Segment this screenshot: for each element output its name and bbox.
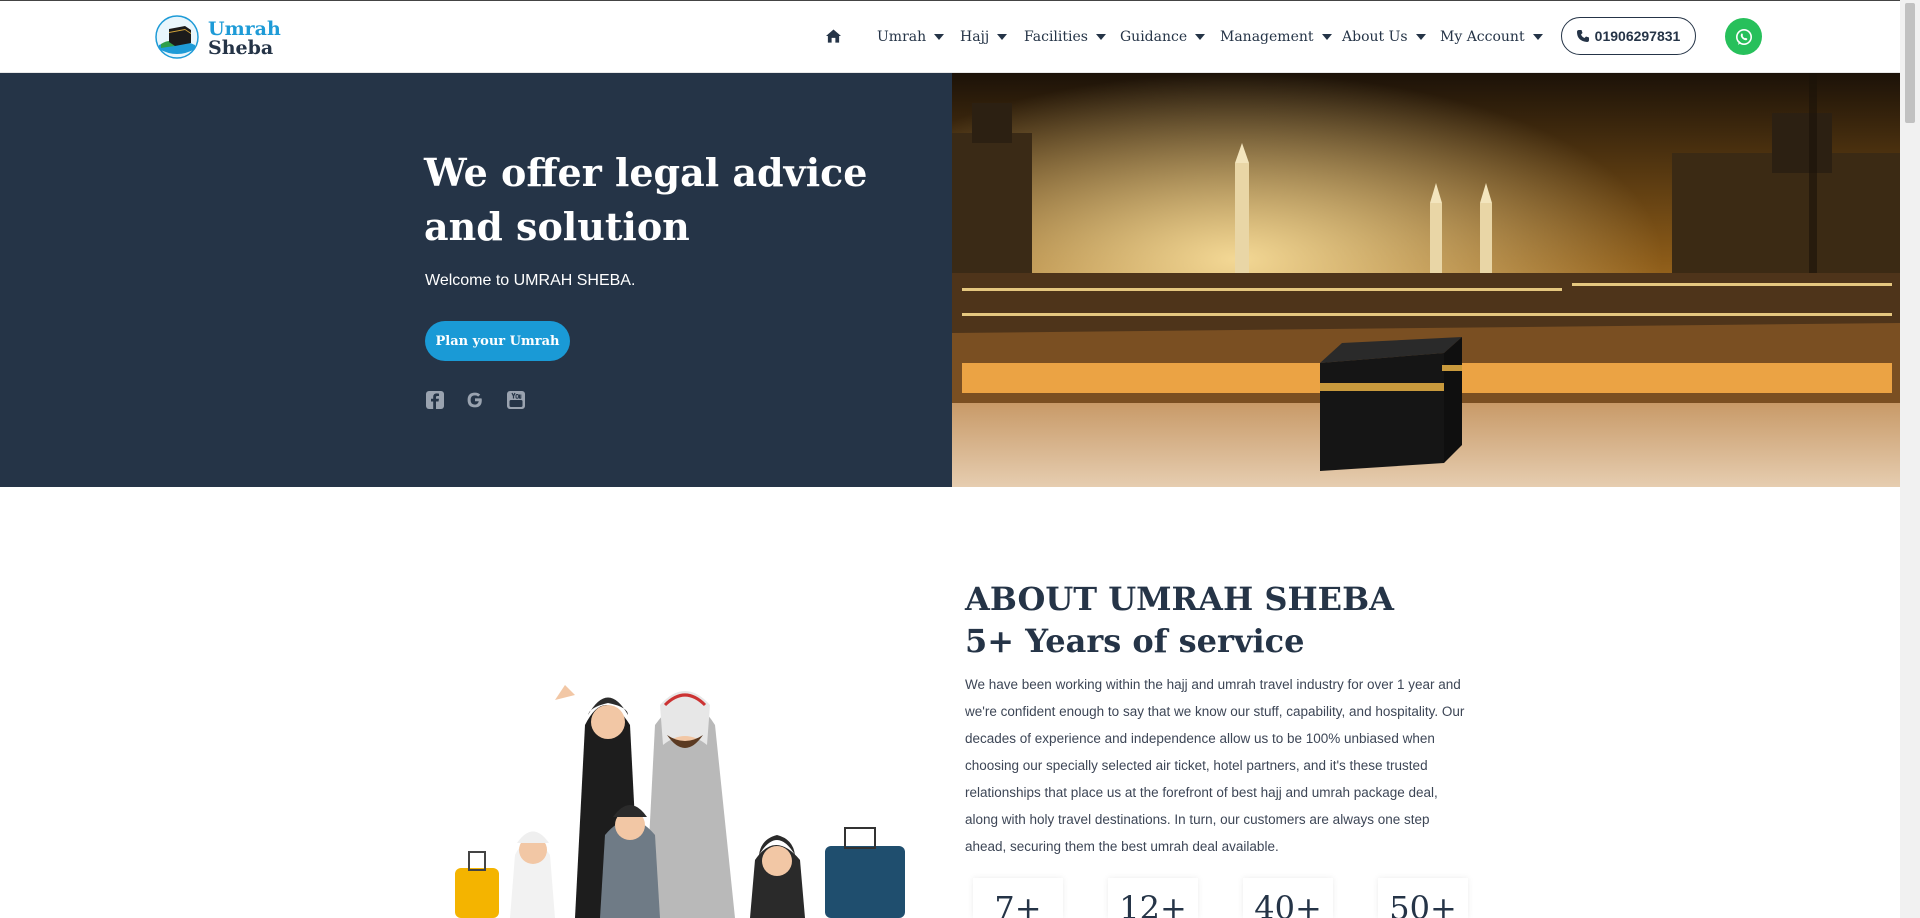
stat-value: 40+ — [1254, 889, 1322, 918]
stat-counter-4: 50+ — [1378, 878, 1468, 918]
caret-down-icon — [997, 34, 1008, 40]
stat-value: 7+ — [994, 889, 1042, 918]
nav-item-label: Management — [1220, 29, 1314, 45]
about-description: We have been working within the hajj and… — [965, 677, 1465, 854]
site-header: Umrah Sheba Umrah Hajj Facilities Guidan… — [0, 1, 1900, 73]
hero-title: We offer legal advice and solution — [424, 150, 868, 249]
stat-value: 50+ — [1389, 889, 1457, 918]
nav-item-facilities[interactable]: Facilities — [1024, 27, 1106, 47]
kaaba-hero-image — [952, 73, 1900, 487]
nav-item-label: About Us — [1342, 29, 1408, 45]
nav-item-about-us[interactable]: About Us — [1342, 27, 1426, 47]
nav-item-label: Umrah — [877, 29, 927, 45]
caret-down-icon — [1415, 34, 1426, 40]
nav-item-label: Guidance — [1120, 29, 1188, 45]
nav-item-umrah[interactable]: Umrah — [877, 27, 945, 47]
caret-down-icon — [1095, 34, 1106, 40]
family-illustration — [455, 685, 905, 918]
nav-item-my-account[interactable]: My Account — [1440, 27, 1543, 47]
kaaba-night-illustration — [952, 73, 1900, 487]
nav-item-management[interactable]: Management — [1220, 27, 1332, 47]
home-icon[interactable] — [826, 29, 841, 43]
caret-down-icon — [1532, 34, 1543, 40]
about-heading: ABOUT UMRAH SHEBA 5+ Years of service — [965, 580, 1394, 660]
whatsapp-icon — [1735, 28, 1752, 45]
stat-counter-3: 40+ — [1243, 878, 1333, 918]
caret-down-icon — [934, 34, 945, 40]
page-scrollbar[interactable] — [1900, 0, 1920, 918]
phone-number: 01906297831 — [1594, 28, 1681, 44]
caret-down-icon — [1321, 34, 1332, 40]
stat-counter-1: 7+ — [973, 878, 1063, 918]
nav-item-label: Facilities — [1024, 29, 1088, 45]
stat-counter-2: 12+ — [1108, 878, 1198, 918]
stat-value: 12+ — [1119, 889, 1187, 918]
nav-item-guidance[interactable]: Guidance — [1120, 27, 1206, 47]
nav-item-label: Hajj — [960, 29, 990, 45]
scrollbar-thumb[interactable] — [1905, 3, 1915, 123]
whatsapp-button[interactable] — [1725, 18, 1762, 55]
plan-umrah-button[interactable]: Plan your Umrah — [425, 321, 570, 361]
nav-item-label: My Account — [1440, 29, 1525, 45]
nav-item-hajj[interactable]: Hajj — [960, 27, 1008, 47]
facebook-icon[interactable] — [425, 390, 445, 410]
phone-icon — [1576, 30, 1589, 42]
hero-subtitle: Welcome to UMRAH SHEBA. — [425, 272, 636, 289]
phone-call-button[interactable]: 01906297831 — [1561, 17, 1696, 55]
caret-down-icon — [1195, 34, 1206, 40]
youtube-icon[interactable] — [506, 390, 526, 410]
google-icon[interactable] — [465, 390, 485, 410]
